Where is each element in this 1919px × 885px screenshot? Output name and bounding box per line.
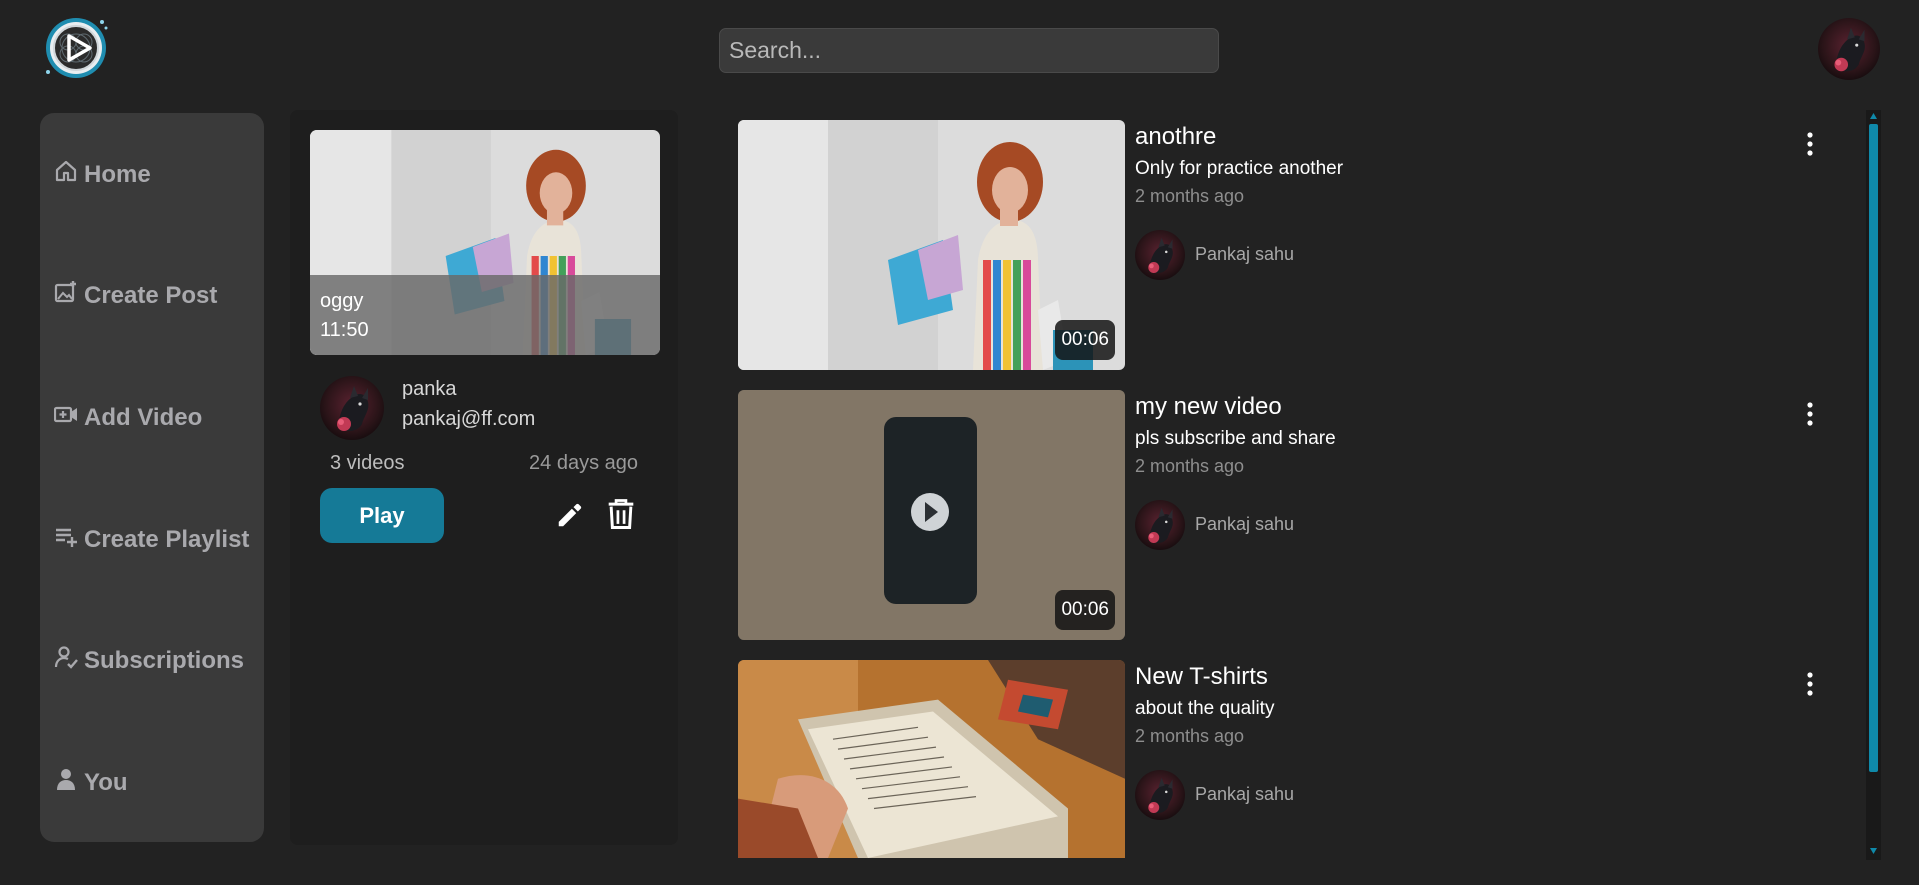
author-avatar[interactable] bbox=[1135, 230, 1185, 280]
video-age: 2 months ago bbox=[1135, 726, 1245, 746]
app-logo[interactable] bbox=[40, 14, 112, 80]
sidebar-item-create-playlist[interactable]: Create Playlist bbox=[54, 524, 249, 555]
more-vertical-icon[interactable] bbox=[1800, 130, 1820, 158]
video-thumbnail[interactable]: 00:06 bbox=[738, 120, 1125, 370]
video-age: 2 months ago bbox=[1135, 456, 1245, 476]
scroll-down-arrow-icon[interactable] bbox=[1870, 848, 1877, 854]
playlist-name: oggy bbox=[320, 290, 364, 312]
home-icon bbox=[54, 159, 78, 190]
video-thumbnail[interactable]: 00:06 bbox=[738, 390, 1125, 640]
more-vertical-icon[interactable] bbox=[1800, 670, 1820, 698]
more-vertical-icon[interactable] bbox=[1800, 400, 1820, 428]
sidebar-item-label: Subscriptions bbox=[84, 646, 245, 674]
playlist-overlay: oggy 11:50 bbox=[310, 275, 660, 355]
author-avatar[interactable] bbox=[1135, 500, 1185, 550]
owner-email: pankaj@ff.com bbox=[402, 408, 536, 430]
playlist-age: 24 days ago bbox=[529, 452, 638, 474]
video-thumbnail[interactable] bbox=[738, 660, 1125, 858]
sidebar-item-subscriptions[interactable]: Subscriptions bbox=[54, 645, 244, 676]
author-avatar[interactable] bbox=[1135, 770, 1185, 820]
sidebar-item-home[interactable]: Home bbox=[54, 159, 151, 190]
video-description: Only for practice another bbox=[1135, 158, 1344, 179]
sidebar-item-label: You bbox=[84, 768, 128, 796]
video-title[interactable]: my new video bbox=[1135, 393, 1282, 421]
video-duration: 00:06 bbox=[1055, 320, 1115, 360]
sidebar-item-label: Create Playlist bbox=[84, 525, 250, 553]
video-description: about the quality bbox=[1135, 698, 1275, 719]
author-name[interactable]: Pankaj sahu bbox=[1195, 514, 1294, 535]
sidebar-item-add-video[interactable]: Add Video bbox=[53, 402, 203, 433]
sidebar-item-label: Home bbox=[84, 160, 151, 188]
video-title[interactable]: New T-shirts bbox=[1135, 663, 1268, 691]
play-button[interactable]: Play bbox=[320, 488, 444, 543]
trash-icon[interactable] bbox=[606, 498, 636, 530]
author-name[interactable]: Pankaj sahu bbox=[1195, 244, 1294, 265]
edit-icon[interactable] bbox=[555, 500, 585, 530]
user-avatar[interactable] bbox=[1818, 18, 1880, 80]
video-title[interactable]: anothre bbox=[1135, 123, 1216, 151]
scroll-up-arrow-icon[interactable] bbox=[1870, 113, 1877, 119]
playlist-video-count: 3 videos bbox=[330, 452, 405, 474]
video-age: 2 months ago bbox=[1135, 186, 1245, 206]
video-plus-icon bbox=[53, 402, 78, 433]
search-input[interactable] bbox=[719, 28, 1219, 73]
sidebar-nav: Home Create Post Add Video Create Playli… bbox=[40, 113, 264, 842]
image-plus-icon bbox=[54, 280, 78, 311]
author-name[interactable]: Pankaj sahu bbox=[1195, 784, 1294, 805]
playlist-time: 11:50 bbox=[320, 319, 369, 341]
scrollbar-thumb[interactable] bbox=[1869, 124, 1878, 772]
playlist-add-icon bbox=[54, 524, 78, 555]
sidebar-item-create-post[interactable]: Create Post bbox=[54, 280, 217, 311]
owner-name: panka bbox=[402, 378, 457, 400]
owner-avatar[interactable] bbox=[320, 376, 384, 440]
playlist-thumbnail[interactable]: oggy 11:50 bbox=[310, 130, 660, 355]
video-duration: 00:06 bbox=[1055, 590, 1115, 630]
sidebar-item-label: Add Video bbox=[84, 403, 203, 431]
sidebar-item-label: Create Post bbox=[84, 281, 218, 309]
user-icon bbox=[54, 767, 78, 798]
video-list-item[interactable]: New T-shirts about the quality 2 months … bbox=[738, 660, 1838, 858]
sidebar-item-you[interactable]: You bbox=[54, 767, 128, 798]
video-list-item[interactable]: 00:06 anothre Only for practice another … bbox=[738, 120, 1838, 370]
user-check-icon bbox=[54, 645, 78, 676]
playlist-card: oggy 11:50 panka pankaj@ff.com 3 videos … bbox=[290, 110, 678, 845]
video-list-item[interactable]: 00:06 my new video pls subscribe and sha… bbox=[738, 390, 1838, 640]
video-list-scrollbar[interactable] bbox=[1866, 110, 1881, 860]
video-description: pls subscribe and share bbox=[1135, 428, 1336, 449]
